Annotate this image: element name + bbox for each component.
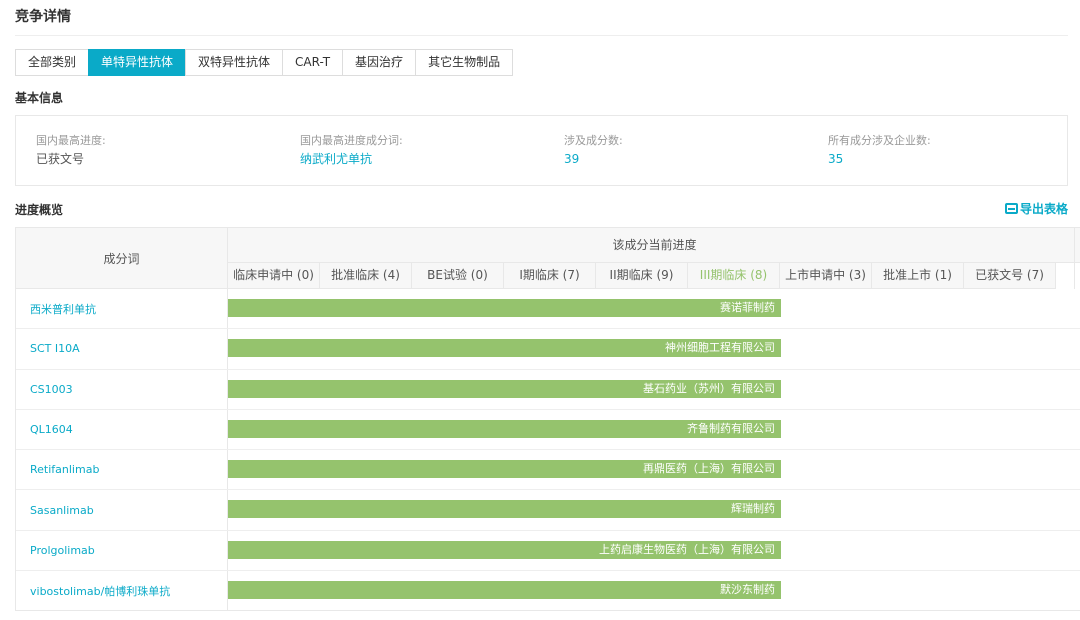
column-header-progress: 该成分当前进度 bbox=[228, 228, 1080, 263]
stage-header: I期临床 (7) bbox=[504, 263, 596, 289]
tab-bispecific-antibody[interactable]: 双特异性抗体 bbox=[185, 49, 284, 76]
table-export-icon bbox=[1004, 203, 1018, 214]
component-count-link[interactable]: 39 bbox=[564, 151, 623, 167]
progress-bar[interactable]: 齐鲁制药有限公司 bbox=[228, 419, 781, 438]
stage-header-current: III期临床 (8) bbox=[688, 263, 780, 289]
stage-header: BE试验 (0) bbox=[412, 263, 504, 289]
stage-header: 上市申请中 (3) bbox=[780, 263, 872, 289]
progress-rows: 西米普利单抗 赛诺菲制药 SCT I10A 神州细胞工程有限公司 CS1003 … bbox=[16, 289, 1080, 612]
progress-bar[interactable]: 上药启康生物医药（上海）有限公司 bbox=[228, 540, 781, 559]
progress-bar[interactable]: 赛诺菲制药 bbox=[228, 299, 781, 317]
progress-bar[interactable]: 再鼎医药（上海）有限公司 bbox=[228, 460, 781, 479]
component-link[interactable]: QL1604 bbox=[16, 409, 228, 450]
stage-header: 临床申请中 (0) bbox=[228, 263, 320, 289]
info-company-count: 所有成分涉及企业数: 35 bbox=[828, 134, 931, 167]
highest-component-link[interactable]: 纳武利尤单抗 bbox=[300, 151, 403, 167]
progress-overview-title: 进度概览 bbox=[15, 203, 64, 217]
stage-header: 已获文号 (7) bbox=[964, 263, 1056, 289]
company-count-link[interactable]: 35 bbox=[828, 151, 931, 167]
export-table-button[interactable]: 导出表格 bbox=[1004, 200, 1068, 217]
table-row: Sasanlimab 辉瑞制药 bbox=[16, 490, 1080, 531]
info-component-count: 涉及成分数: 39 bbox=[564, 134, 623, 167]
stage-header: 批准上市 (1) bbox=[872, 263, 964, 289]
table-row: SCT I10A 神州细胞工程有限公司 bbox=[16, 329, 1080, 370]
stage-header-row: 临床申请中 (0) 批准临床 (4) BE试验 (0) I期临床 (7) II期… bbox=[228, 263, 1056, 289]
tab-car-t[interactable]: CAR-T bbox=[282, 49, 344, 76]
table-row: vibostolimab/帕博利珠单抗 默沙东制药 bbox=[16, 571, 1080, 612]
tab-other-biologics[interactable]: 其它生物制品 bbox=[415, 49, 514, 76]
info-highest-progress-component: 国内最高进度成分词: 纳武利尤单抗 bbox=[300, 134, 403, 167]
page-title: 竞争详情 bbox=[15, 9, 71, 25]
table-row: Retifanlimab 再鼎医药（上海）有限公司 bbox=[16, 450, 1080, 491]
component-link[interactable]: Retifanlimab bbox=[16, 450, 228, 490]
info-label: 涉及成分数: bbox=[564, 134, 623, 147]
export-label: 导出表格 bbox=[1019, 202, 1068, 216]
table-row: QL1604 齐鲁制药有限公司 bbox=[16, 409, 1080, 451]
stage-header: 批准临床 (4) bbox=[320, 263, 412, 289]
progress-bar[interactable]: 辉瑞制药 bbox=[228, 500, 781, 519]
info-label: 国内最高进度成分词: bbox=[300, 134, 403, 147]
column-header-component: 成分词 bbox=[16, 228, 228, 289]
info-label: 所有成分涉及企业数: bbox=[828, 134, 931, 147]
table-row: Prolgolimab 上药启康生物医药（上海）有限公司 bbox=[16, 530, 1080, 572]
tab-all-categories[interactable]: 全部类别 bbox=[15, 49, 90, 76]
component-link[interactable]: 西米普利单抗 bbox=[16, 289, 228, 329]
progress-table: 成分词 该成分当前进度 临床申请中 (0) 批准临床 (4) BE试验 (0) … bbox=[15, 227, 1080, 612]
info-value: 已获文号 bbox=[36, 152, 85, 166]
component-link[interactable]: Sasanlimab bbox=[16, 490, 228, 530]
title-divider bbox=[15, 35, 1068, 36]
table-row: CS1003 基石药业（苏州）有限公司 bbox=[16, 369, 1080, 410]
table-row: 西米普利单抗 赛诺菲制药 bbox=[16, 289, 1080, 330]
component-link[interactable]: vibostolimab/帕博利珠单抗 bbox=[16, 571, 228, 612]
info-highest-progress: 国内最高进度: 已获文号 bbox=[36, 134, 106, 167]
progress-bar[interactable]: 神州细胞工程有限公司 bbox=[228, 339, 781, 358]
component-link[interactable]: CS1003 bbox=[16, 369, 228, 409]
basic-info-title: 基本信息 bbox=[15, 91, 64, 105]
component-link[interactable]: Prolgolimab bbox=[16, 530, 228, 571]
category-tabs: 全部类别 单特异性抗体 双特异性抗体 CAR-T 基因治疗 其它生物制品 bbox=[15, 49, 514, 76]
header-edge bbox=[1074, 228, 1075, 289]
progress-bar[interactable]: 基石药业（苏州）有限公司 bbox=[228, 379, 781, 398]
basic-info-panel: 国内最高进度: 已获文号 国内最高进度成分词: 纳武利尤单抗 涉及成分数: 39… bbox=[15, 115, 1068, 186]
component-link[interactable]: SCT I10A bbox=[16, 329, 228, 369]
progress-bar[interactable]: 默沙东制药 bbox=[228, 581, 781, 600]
tab-gene-therapy[interactable]: 基因治疗 bbox=[342, 49, 417, 76]
stage-header: II期临床 (9) bbox=[596, 263, 688, 289]
info-label: 国内最高进度: bbox=[36, 134, 106, 147]
tab-monospecific-antibody[interactable]: 单特异性抗体 bbox=[88, 49, 187, 76]
